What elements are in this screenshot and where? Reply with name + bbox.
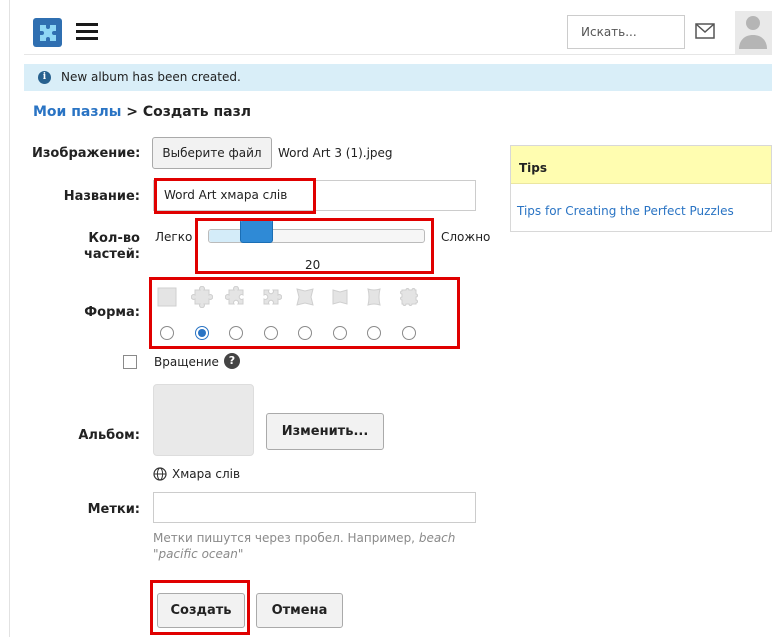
puzzle-shape-icon-2: [224, 285, 247, 308]
puzzle-logo-icon[interactable]: [33, 18, 62, 47]
album-name: Хмара слів: [153, 467, 240, 481]
puzzle-shape-icon-6: [363, 286, 385, 308]
tips-panel: Tips Tips for Creating the Perfect Puzzl…: [510, 145, 772, 232]
tips-link[interactable]: Tips for Creating the Perfect Puzzles: [517, 204, 734, 218]
shape-label: Форма:: [84, 305, 140, 320]
choose-file-button[interactable]: Выберите файл: [152, 137, 272, 169]
breadcrumb-separator: >: [126, 104, 139, 120]
album-label: Альбом:: [78, 428, 140, 443]
name-label: Название:: [63, 189, 140, 204]
album-thumbnail: [153, 384, 254, 456]
create-button[interactable]: Создать: [157, 593, 245, 628]
puzzle-shape-icon-7: [398, 286, 420, 308]
tags-label: Метки:: [87, 502, 140, 517]
pieces-slider-handle[interactable]: [240, 219, 274, 243]
change-album-button[interactable]: Изменить...: [266, 413, 384, 450]
puzzle-shape-icon-5: [329, 286, 351, 308]
left-edge-frame: [0, 0, 10, 637]
shape-radio-7[interactable]: [367, 326, 381, 340]
puzzle-shape-icon-4: [294, 286, 316, 308]
pieces-label: Кол-во частей:: [32, 231, 140, 263]
file-name: Word Art 3 (1).jpeg: [278, 146, 393, 160]
cancel-button[interactable]: Отмена: [256, 593, 343, 628]
shape-radio-2[interactable]: [194, 326, 209, 340]
shape-radio-6[interactable]: [332, 326, 347, 340]
puzzle-shape-icon-1: [190, 285, 213, 309]
pieces-easy-label: Легко: [155, 230, 193, 244]
pieces-label-line2: частей:: [83, 247, 140, 262]
info-icon: i: [38, 71, 51, 84]
breadcrumb: Мои пазлы > Создать пазл: [33, 104, 251, 120]
notification-bar: i New album has been created.: [24, 64, 772, 91]
globe-icon: [153, 467, 167, 481]
search-input[interactable]: Искать...: [567, 15, 685, 49]
tags-hint: Метки пишутся через пробел. Например, be…: [153, 530, 483, 562]
pieces-hard-label: Сложно: [441, 230, 491, 244]
shape-radio-5[interactable]: [298, 326, 312, 340]
help-icon[interactable]: ?: [224, 353, 240, 369]
square-shape-icon: [156, 286, 178, 308]
tags-hint-example-2: "pacific ocean": [153, 547, 244, 561]
rotation-label: Вращение: [154, 355, 219, 369]
shape-radio-4[interactable]: [263, 326, 278, 340]
tips-title: Tips: [511, 146, 771, 184]
breadcrumb-current: Создать пазл: [142, 104, 252, 120]
pieces-value: 20: [305, 258, 321, 272]
name-input[interactable]: Word Art хмара слів: [153, 180, 476, 211]
album-name-text: Хмара слів: [172, 467, 241, 481]
tags-input[interactable]: [153, 492, 476, 523]
shape-radio-3[interactable]: [229, 326, 243, 340]
hamburger-icon[interactable]: [76, 23, 98, 41]
notification-text: New album has been created.: [61, 70, 241, 84]
mail-icon[interactable]: [695, 23, 715, 39]
shape-radio-8[interactable]: [401, 326, 416, 340]
pieces-label-line1: Кол-во: [88, 231, 140, 246]
top-header: Искать...: [24, 11, 772, 55]
user-avatar-icon[interactable]: [735, 11, 772, 55]
tags-hint-example-1: beach: [418, 531, 456, 545]
rotation-checkbox[interactable]: [123, 355, 137, 369]
puzzle-shape-icon-3: [260, 286, 282, 308]
shape-radio-1[interactable]: [160, 326, 174, 340]
tags-hint-text: Метки пишутся через пробел. Например,: [153, 531, 415, 545]
image-label: Изображение:: [32, 146, 141, 161]
breadcrumb-link-my-puzzles[interactable]: Мои пазлы: [33, 104, 121, 120]
